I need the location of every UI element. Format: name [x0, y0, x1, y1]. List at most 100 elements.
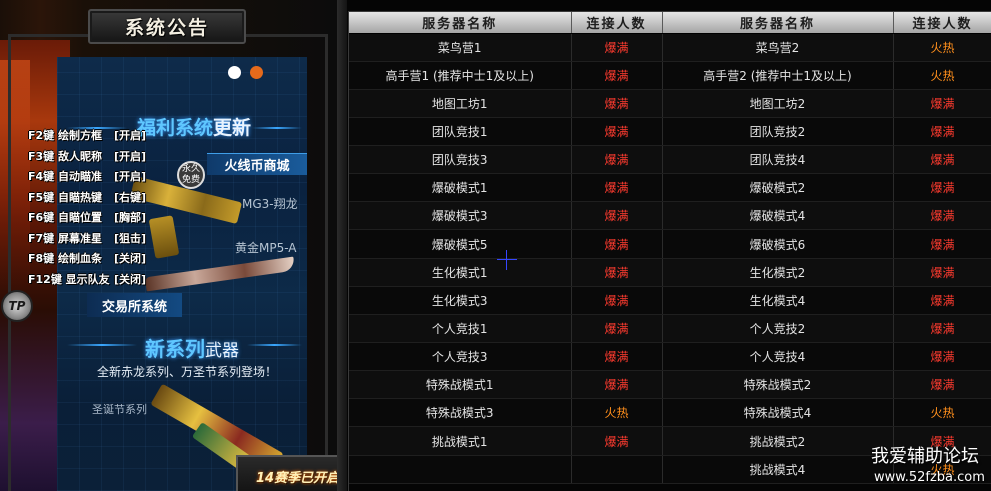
server-name-cell[interactable]: 团队竞技2: [662, 117, 894, 147]
server-name-cell[interactable]: 团队竞技3: [349, 145, 572, 175]
server-name-cell[interactable]: 特殊战模式3: [349, 398, 572, 428]
server-row[interactable]: 个人竞技3 爆满 个人竞技4 爆满: [349, 342, 991, 372]
header-connections-2[interactable]: 连接人数: [893, 12, 991, 34]
server-status-cell[interactable]: 爆满: [893, 314, 991, 344]
server-name-cell[interactable]: 个人竞技2: [662, 314, 894, 344]
server-row[interactable]: 菜鸟营1 爆满 菜鸟营2 火热: [349, 33, 991, 62]
server-name-cell[interactable]: 菜鸟营2: [662, 33, 894, 62]
server-name-cell[interactable]: 挑战模式4: [662, 455, 894, 484]
server-row[interactable]: 生化模式1 爆满 生化模式2 爆满: [349, 258, 991, 287]
server-name-cell[interactable]: 特殊战模式4: [662, 398, 894, 428]
server-status-cell[interactable]: 爆满: [893, 370, 991, 400]
server-name-cell[interactable]: 生化模式3: [349, 286, 572, 315]
server-status-cell[interactable]: 爆满: [571, 145, 663, 175]
server-name-cell[interactable]: 生化模式1: [349, 258, 572, 287]
server-row[interactable]: 爆破模式1 爆满 爆破模式2 爆满: [349, 173, 991, 203]
new-series-title: 新系列武器: [145, 337, 239, 361]
server-status-cell[interactable]: 爆满: [571, 61, 663, 90]
server-name-cell[interactable]: 生化模式2: [662, 258, 894, 287]
tp-badge[interactable]: TP: [1, 290, 33, 322]
server-name-cell[interactable]: 挑战模式1: [349, 426, 572, 456]
server-status-cell[interactable]: 爆满: [893, 258, 991, 287]
server-status-cell[interactable]: 爆满: [893, 117, 991, 147]
server-status-cell[interactable]: 爆满: [571, 201, 663, 231]
permanent-badge: 永久 免费: [177, 161, 205, 189]
hotkey-state: [关闭]: [114, 252, 147, 265]
server-row[interactable]: 特殊战模式1 爆满 特殊战模式2 爆满: [349, 370, 991, 400]
server-status-cell[interactable]: 爆满: [571, 314, 663, 344]
server-status-cell[interactable]: 爆满: [571, 370, 663, 400]
server-status-cell[interactable]: 爆满: [571, 426, 663, 456]
server-name-cell[interactable]: 特殊战模式1: [349, 370, 572, 400]
server-status-cell[interactable]: 爆满: [893, 229, 991, 259]
server-row[interactable]: 团队竞技1 爆满 团队竞技2 爆满: [349, 117, 991, 147]
server-name-cell[interactable]: 生化模式4: [662, 286, 894, 315]
server-status-cell[interactable]: 爆满: [571, 173, 663, 203]
server-status-cell[interactable]: 火热: [893, 61, 991, 90]
server-status-cell[interactable]: 火热: [893, 398, 991, 428]
hotkey-row: F6键 自瞄位置 [胸部]: [28, 209, 146, 227]
server-name-cell[interactable]: 爆破模式1: [349, 173, 572, 203]
carousel-dot-2[interactable]: [250, 66, 263, 79]
server-table-header: 服务器名称 连接人数 服务器名称 连接人数: [349, 12, 991, 34]
server-row[interactable]: 地图工坊1 爆满 地图工坊2 爆满: [349, 89, 991, 118]
server-row[interactable]: 爆破模式5 爆满 爆破模式6 爆满: [349, 229, 991, 259]
deco-line: [247, 344, 302, 346]
server-table: 服务器名称 连接人数 服务器名称 连接人数 菜鸟营1 爆满 菜鸟营2 火热 高手营1 (…: [349, 12, 991, 484]
server-status-cell[interactable]: 爆满: [893, 145, 991, 175]
watermark-url: www.52fzba.com: [874, 470, 985, 485]
carousel-dot-1[interactable]: [228, 66, 241, 79]
server-status-cell[interactable]: 爆满: [571, 117, 663, 147]
header-server-name-2[interactable]: 服务器名称: [662, 12, 894, 34]
hotkey-row: F2键 绘制方框 [开启]: [28, 127, 146, 145]
server-name-cell[interactable]: 个人竞技1: [349, 314, 572, 344]
server-name-cell[interactable]: 地图工坊2: [662, 89, 894, 118]
server-name-cell[interactable]: 爆破模式5: [349, 229, 572, 259]
server-status-cell[interactable]: 爆满: [571, 229, 663, 259]
server-name-cell[interactable]: 挑战模式2: [662, 426, 894, 456]
server-status-cell[interactable]: 爆满: [893, 201, 991, 231]
header-server-name-1[interactable]: 服务器名称: [349, 12, 572, 34]
header-connections-1[interactable]: 连接人数: [571, 12, 663, 34]
server-status-cell[interactable]: 爆满: [571, 89, 663, 118]
server-name-cell[interactable]: 个人竞技4: [662, 342, 894, 372]
server-name-cell[interactable]: 爆破模式2: [662, 173, 894, 203]
server-name-cell[interactable]: 个人竞技3: [349, 342, 572, 372]
hotkey-state: [关闭]: [114, 272, 147, 286]
server-name-cell[interactable]: 爆破模式6: [662, 229, 894, 259]
server-row[interactable]: 生化模式3 爆满 生化模式4 爆满: [349, 286, 991, 315]
server-row[interactable]: 爆破模式3 爆满 爆破模式4 爆满: [349, 201, 991, 231]
server-name-cell[interactable]: 高手营1 (推荐中士1及以上): [349, 61, 572, 90]
server-status-cell[interactable]: 爆满: [571, 342, 663, 372]
server-status-cell[interactable]: 火热: [893, 33, 991, 62]
server-status-cell[interactable]: 爆满: [893, 286, 991, 315]
server-name-cell[interactable]: 团队竞技1: [349, 117, 572, 147]
hotkey-state: [狙击]: [114, 231, 147, 245]
notice-tab[interactable]: 系统公告: [88, 9, 246, 44]
server-status-cell[interactable]: 爆满: [893, 173, 991, 203]
server-status-cell[interactable]: 爆满: [571, 33, 663, 62]
server-name-cell[interactable]: 高手营2 (推荐中士1及以上): [662, 61, 894, 90]
server-name-cell[interactable]: 爆破模式4: [662, 201, 894, 231]
server-status-cell[interactable]: 爆满: [571, 258, 663, 287]
server-row[interactable]: 团队竞技3 爆满 团队竞技4 爆满: [349, 145, 991, 175]
hotkey-row: F4键 自动瞄准 [开启]: [28, 168, 146, 186]
server-name-cell[interactable]: 特殊战模式2: [662, 370, 894, 400]
server-status-cell[interactable]: 爆满: [893, 89, 991, 118]
watermark-title: 我爱辅助论坛: [871, 446, 979, 467]
server-row[interactable]: 个人竞技1 爆满 个人竞技2 爆满: [349, 314, 991, 344]
server-status-cell[interactable]: 火热: [571, 398, 663, 428]
server-name-cell[interactable]: 地图工坊1: [349, 89, 572, 118]
server-row[interactable]: 高手营1 (推荐中士1及以上) 爆满 高手营2 (推荐中士1及以上) 火热: [349, 61, 991, 90]
server-name-cell[interactable]: 菜鸟营1: [349, 33, 572, 62]
crosshair-cursor: [497, 250, 517, 270]
server-name-cell[interactable]: 爆破模式3: [349, 201, 572, 231]
server-name-cell[interactable]: [349, 455, 572, 484]
deco-line: [67, 344, 137, 346]
server-row[interactable]: 特殊战模式3 火热 特殊战模式4 火热: [349, 398, 991, 428]
server-name-cell[interactable]: 团队竞技4: [662, 145, 894, 175]
server-status-cell[interactable]: [571, 455, 663, 484]
server-status-cell[interactable]: 爆满: [893, 342, 991, 372]
server-table-container[interactable]: 服务器名称 连接人数 服务器名称 连接人数 菜鸟营1 爆满 菜鸟营2 火热 高手营1 (…: [348, 11, 991, 491]
server-status-cell[interactable]: 爆满: [571, 286, 663, 315]
